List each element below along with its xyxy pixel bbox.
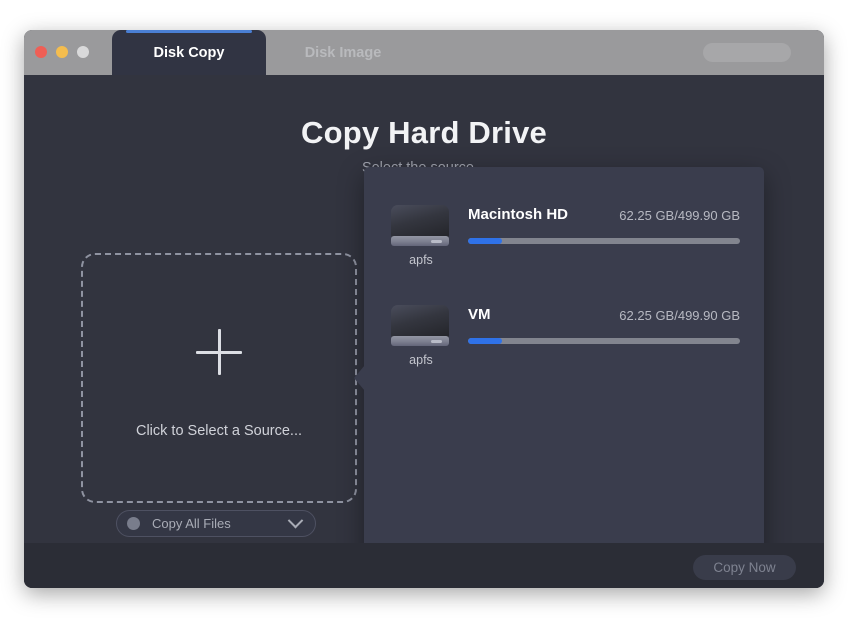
copy-mode-select[interactable]: Copy All Files bbox=[116, 510, 316, 537]
disk-icon-group: apfs bbox=[391, 205, 451, 267]
hard-drive-icon-slot bbox=[391, 336, 449, 346]
disk-list-item[interactable]: apfs VM 62.25 GB/499.90 GB bbox=[364, 297, 764, 383]
disk-size: 62.25 GB/499.90 GB bbox=[619, 308, 740, 323]
dropzone-label: Click to Select a Source... bbox=[135, 423, 302, 439]
copy-now-button[interactable]: Copy Now bbox=[693, 555, 796, 580]
close-button[interactable] bbox=[35, 46, 47, 58]
disk-name: Macintosh HD bbox=[468, 206, 569, 223]
tab-disk-copy-label: Disk Copy bbox=[153, 44, 225, 61]
chevron-down-icon bbox=[287, 512, 304, 529]
hard-drive-icon-slot bbox=[391, 236, 449, 246]
disk-usage-bar bbox=[468, 238, 740, 244]
copy-mode-value: Copy All Files bbox=[152, 516, 231, 531]
minimize-button[interactable] bbox=[56, 46, 68, 58]
main-content: Copy Hard Drive Select the source... Cli… bbox=[24, 75, 824, 585]
plus-icon bbox=[196, 329, 242, 375]
title-bar: Disk Copy Disk Image bbox=[24, 30, 824, 75]
tab-disk-copy[interactable]: Disk Copy bbox=[112, 30, 266, 75]
traffic-lights bbox=[35, 46, 89, 58]
tab-disk-image[interactable]: Disk Image bbox=[266, 30, 420, 75]
toolbar-pill-button[interactable] bbox=[703, 43, 791, 62]
app-window: Disk Copy Disk Image Copy Hard Drive Sel… bbox=[24, 30, 824, 588]
disk-usage-fill bbox=[468, 238, 502, 244]
hard-drive-icon-body bbox=[391, 205, 449, 238]
footer-bar: Copy Now bbox=[24, 543, 824, 588]
disk-usage-bar bbox=[468, 338, 740, 344]
copy-now-label: Copy Now bbox=[713, 560, 776, 575]
disk-icon-group: apfs bbox=[391, 305, 451, 367]
disk-list-item[interactable]: apfs Macintosh HD 62.25 GB/499.90 GB bbox=[364, 197, 764, 283]
zoom-button[interactable] bbox=[77, 46, 89, 58]
disk-size: 62.25 GB/499.90 GB bbox=[619, 208, 740, 223]
source-dropzone[interactable]: Click to Select a Source... bbox=[81, 253, 357, 503]
disk-filesystem: apfs bbox=[409, 353, 433, 367]
page-title: Copy Hard Drive bbox=[301, 115, 547, 150]
disk-picker-popup: apfs Macintosh HD 62.25 GB/499.90 GB apf… bbox=[354, 167, 764, 585]
mode-dot-icon bbox=[127, 517, 140, 530]
hard-drive-icon-body bbox=[391, 305, 449, 338]
hard-drive-icon bbox=[391, 205, 449, 246]
tab-bar: Disk Copy Disk Image bbox=[112, 30, 420, 75]
disk-name: VM bbox=[468, 306, 491, 323]
disk-usage-fill bbox=[468, 338, 502, 344]
disk-filesystem: apfs bbox=[409, 253, 433, 267]
tab-disk-image-label: Disk Image bbox=[304, 44, 382, 61]
hard-drive-icon bbox=[391, 305, 449, 346]
